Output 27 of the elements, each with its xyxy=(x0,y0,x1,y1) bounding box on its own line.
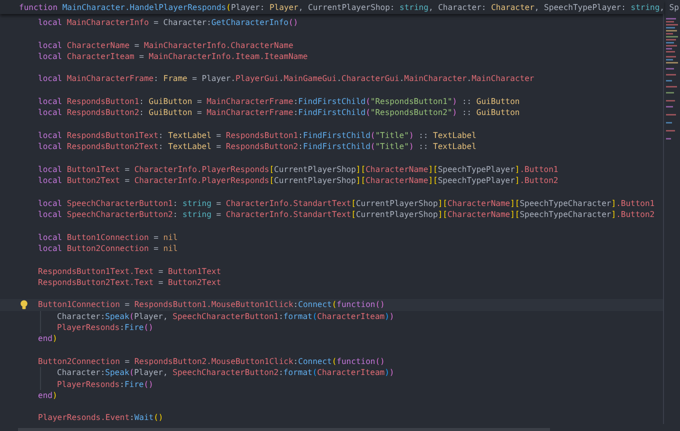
code-line: PlayerResonds:Fire() xyxy=(57,378,154,390)
code-line: local CharacterIteam = MainCharacterInfo.Iteam.IteamName xyxy=(38,50,308,62)
code-line: RespondsButton1Text.Text = Button1Text xyxy=(38,266,222,277)
code-line: local Button2Connection = nil xyxy=(38,242,178,254)
code-line: local SpeechCharacterButton1: string = CharacterInfo.StandartText[CurrentPlayerShop][CharacterName][SpeechTypeCharacter].Button1 xyxy=(38,198,655,210)
lightbulb-icon[interactable] xyxy=(20,300,28,310)
code-line: local Button2Text = CharacterInfo.PlayerResponds[CurrentPlayerShop][CharacterName][SpeechTypePlayer].Button2 xyxy=(38,175,558,186)
code-line: Character:Speak(Player, SpeechCharacterButton2:format(CharacterIteam)) xyxy=(57,367,394,378)
code-line: end) xyxy=(38,333,58,345)
code-line: local CharacterName = MainCharacterInfo.CharacterName xyxy=(38,40,294,51)
code-line: local Button1Connection = nil xyxy=(38,232,178,243)
code-line: end) xyxy=(38,390,58,402)
code-line: PlayerResonds.Event:Wait() xyxy=(38,412,164,424)
code-line: local MainCharacterInfo = Character:GetCharacterInfo() xyxy=(38,17,298,28)
code-line: local SpeechCharacterButton2: string = CharacterInfo.StandartText[CurrentPlayerShop][CharacterName][SpeechTypeCharacter].Button2 xyxy=(38,209,655,220)
code-line: Button1Connection = RespondsButton1.MouseButton1Click:Connect(function() xyxy=(38,299,385,311)
code-line: local RespondsButton1Text: TextLabel = RespondsButton1:FindFirstChild("Title") :: TextLabel xyxy=(38,130,476,142)
code-line: local RespondsButton2Text: TextLabel = RespondsButton2:FindFirstChild("Title") :: TextLabel xyxy=(38,141,476,153)
code-line: function MainCharacter.HandelPlayerResponds(Player: Player, CurrentPlayerShop: string, Character: Character, SpeechTypePlayer: string, Sp xyxy=(19,2,679,12)
code-line: PlayerResonds:Fire() xyxy=(57,322,154,334)
code-line: Button2Connection = RespondsButton2.MouseButton1Click:Connect(function() xyxy=(38,356,385,368)
code-line: local Button1Text = CharacterInfo.PlayerResponds[CurrentPlayerShop][CharacterName][SpeechTypePlayer].Button1 xyxy=(38,164,558,176)
code-line: local RespondsButton1: GuiButton = MainCharacterFrame:FindFirstChild("RespondsButton1") :: GuiButton xyxy=(38,96,520,108)
code-line: Character:Speak(Player, SpeechCharacterButton1:format(CharacterIteam)) xyxy=(57,310,394,322)
code-line: local MainCharacterFrame: Frame = Player.PlayerGui.MainGameGui.CharacterGui.MainCharacter.MainCharacter xyxy=(38,73,534,85)
code-line: RespondsButton2Text.Text = Button2Text xyxy=(38,276,222,288)
code-line: local RespondsButton2: GuiButton = MainCharacterFrame:FindFirstChild("RespondsButton2") :: GuiButton xyxy=(38,107,520,119)
